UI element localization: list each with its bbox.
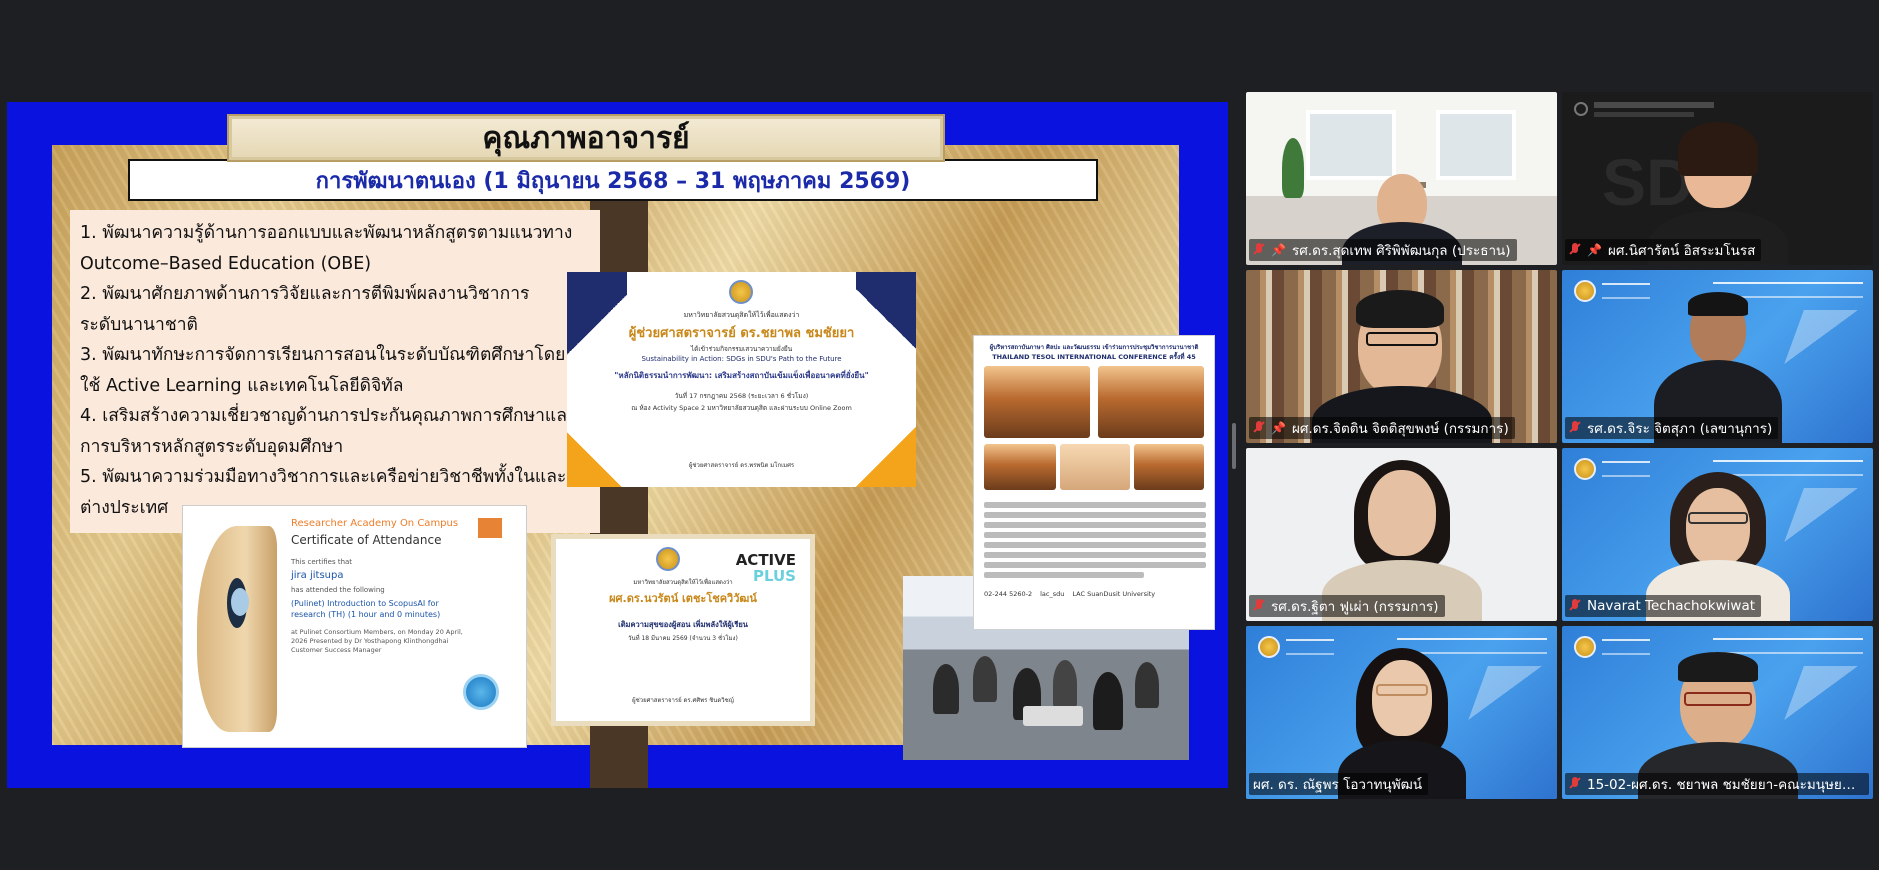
goal-line: ระดับนานาชาติ [80,314,198,335]
mic-muted-icon [1569,777,1581,791]
poster-conference: THAILAND TESOL INTERNATIONAL CONFERENCE … [992,353,1196,361]
video-tile[interactable]: รศ.ดร.จิระ จิตสุภา (เลขานุการ) [1562,270,1873,443]
participant-name-tag: ผศ. ดร. ณัฐพร โอวาทนุพัฒน์ [1249,773,1429,795]
goal-line: 3. พัฒนาทักษะการจัดการเรียนการสอนในระดับ… [80,345,566,365]
goal-line: 4. เสริมสร้างความเชี่ยวชาญด้านการประกันค… [80,406,577,426]
cert-event: เติมความสุขของผู้สอน เพิ่มพลังให้ผู้เรีย… [618,620,748,629]
video-tile[interactable]: SDU 📌 ผศ.นิศารัตน์ อิสระมโนรส [1562,92,1873,265]
certificate-elsevier: Researcher Academy On Campus Certificate… [182,505,527,748]
video-tile[interactable]: Navarat Techachokwiwat [1562,448,1873,621]
participant-name-tag: 15-02-ผศ.ดร. ชยาพล ชมชัยยา-คณะมนุษยศ... [1565,773,1869,795]
mic-muted-icon [1569,599,1581,613]
participant-name: ผศ. ดร. ณัฐพร โอวาทนุพัฒน์ [1253,777,1423,793]
video-tile[interactable]: 15-02-ผศ.ดร. ชยาพล ชมชัยยา-คณะมนุษยศ... [1562,626,1873,799]
participant-name-tag: รศ.ดร.จิระ จิตสุภา (เลขานุการ) [1565,417,1779,439]
cert-details: at Pulinet Consortium Members, on Monday… [291,628,463,654]
cert-signer: ผู้ช่วยศาสตราจารย์ ดร.พรพนิต มโกเมศร [688,462,795,469]
seal-icon [463,674,499,710]
cert-event-en: Sustainability in Action: SDGs in SDU's … [641,355,842,363]
goal-line: 1. พัฒนาความรู้ด้านการออกแบบและพัฒนาหลัก… [80,223,573,243]
poster-headline: ผู้บริหารสถาบันภาษา ศิลปะ และวัฒนธรรม เข… [989,344,1199,351]
poster-contact: 02-244 5260-2 [984,590,1033,598]
participant-name: Navarat Techachokwiwat [1587,598,1756,614]
tesol-poster: ผู้บริหารสถาบันภาษา ศิลปะ และวัฒนธรรม เข… [973,335,1215,630]
cert-name: ผศ.ดร.นวรัตน์ เตชะโชควิวัฒน์ [609,592,757,605]
video-tile[interactable]: รศ.ดร.ฐิตา ฟูเผ่า (กรรมการ) [1246,448,1557,621]
panel-resize-handle[interactable] [1232,423,1236,469]
slide-subtitle: การพัฒนาตนเอง (1 มิถุนายน 2568 – 31 พฤษภ… [315,168,911,194]
goal-line: Outcome–Based Education (OBE) [80,253,372,274]
faculty-logo [1574,280,1650,302]
certificate-sdu-sustainability: มหาวิทยาลัยสวนดุสิตให้ไว้เพื่อแสดงว่า ผู… [567,272,916,487]
cert-signer: ผู้ช่วยศาสตราจารย์ ดร.ศศิพร ชินดวิชญ์ [632,697,734,704]
elsevier-logo-icon [478,518,502,538]
mic-muted-icon [1253,421,1265,435]
participants-gallery: 📌 รศ.ดร.สุดเทพ ศิริพิพัฒนกุล (ประธาน) SD… [1246,92,1873,799]
participant-name: รศ.ดร.จิระ จิตสุภา (เลขานุการ) [1587,421,1773,437]
cert-joined: ได้เข้าร่วมกิจกรรมเสวนาความยั่งยืน [690,345,793,353]
cert-date: วันที่ 18 มีนาคม 2569 (จำนวน 3 ชั่วโมง) [628,635,738,642]
participant-name: รศ.ดร.ฐิตา ฟูเผ่า (กรรมการ) [1271,599,1439,615]
participant-name-tag: 📌 ผศ.นิศารัตน์ อิสระมโนรส [1565,239,1762,261]
cert-date: วันที่ 17 กรกฎาคม 2568 (ระยะเวลา 6 ชั่วโ… [674,392,809,400]
cert-event-th: "หลักนิติธรรมนำการพัฒนา: เสริมสร้างสถาบั… [614,371,869,380]
pin-icon: 📌 [1271,243,1286,257]
university-emblem-icon [729,280,753,304]
cert-recipient: jira jitsupa [291,570,344,581]
video-tile[interactable]: 📌 ผศ.ดร.จิตติน จิตติสุขพงษ์ (กรรมการ) [1246,270,1557,443]
mic-muted-icon [1569,421,1581,435]
faculty-logo [1258,636,1334,658]
cert-course: (Pulinet) Introduction to ScopusAI for r… [291,599,441,619]
poster-page: LAC SuanDusit University [1072,590,1156,598]
pin-icon: 📌 [1587,243,1602,257]
faculty-logo [1574,458,1650,480]
faculty-logo [1574,636,1650,658]
goals-list: 1. พัฒนาความรู้ด้านการออกแบบและพัฒนาหลัก… [70,210,600,533]
cert-intro: มหาวิทยาลัยสวนดุสิตให้ไว้เพื่อแสดงว่า [683,311,800,319]
video-tile-active-speaker[interactable]: ผศ. ดร. ณัฐพร โอวาทนุพัฒน์ [1246,626,1557,799]
shared-screen: คุณภาพอาจารย์ การพัฒนาตนเอง (1 มิถุนายน … [7,102,1228,788]
mic-muted-icon [1253,599,1265,613]
program-banner [1713,638,1863,654]
cert-venue: ณ ห้อง Activity Space 2 มหาวิทยาลัยสวนดุ… [631,404,852,412]
cert-attended: has attended the following [291,586,385,594]
certificate-sdu-active-plus: ACTIVE PLUS มหาวิทยาลัยสวนดุสิตให้ไว้เพื… [551,534,815,726]
slide-subtitle-bar: การพัฒนาตนเอง (1 มิถุนายน 2568 – 31 พฤษภ… [128,159,1098,201]
mic-muted-icon [1569,243,1581,257]
goal-line: 5. พัฒนาความร่วมมือทางวิชาการและเครือข่า… [80,467,567,487]
slide-title-plaque: คุณภาพอาจารย์ [229,116,943,160]
cert-intro: มหาวิทยาลัยสวนดุสิตให้ไว้เพื่อแสดงว่า [633,579,733,586]
participant-name: ผศ.นิศารัตน์ อิสระมโนรส [1607,243,1756,259]
participant-name-tag: 📌 ผศ.ดร.จิตติน จิตติสุขพงษ์ (กรรมการ) [1249,417,1515,439]
slide-title: คุณภาพอาจารย์ [482,120,690,156]
pin-icon: 📌 [1271,421,1286,435]
participant-name: รศ.ดร.สุดเทพ ศิริพิพัฒนกุล (ประธาน) [1291,243,1511,259]
program-banner [1713,460,1863,476]
participant-name-tag: 📌 รศ.ดร.สุดเทพ ศิริพิพัฒนกุล (ประธาน) [1249,239,1517,261]
face-illustration [197,526,277,732]
cert-header: Researcher Academy On Campus [291,518,459,529]
cert-title: Certificate of Attendance [291,533,442,547]
participant-name: 15-02-ผศ.ดร. ชยาพล ชมชัยยา-คณะมนุษยศ... [1587,777,1863,793]
cert-name: ผู้ช่วยศาสตราจารย์ ดร.ชยาพล ชมชัยยา [628,326,855,341]
goal-line: การบริหารหลักสูตรระดับอุดมศึกษา [80,436,344,457]
participant-name-tag: รศ.ดร.ฐิตา ฟูเผ่า (กรรมการ) [1249,595,1445,617]
poster-handle: lac_sdu [1040,590,1065,598]
university-emblem-icon [656,547,680,571]
goal-line: 2. พัฒนาศักยภาพด้านการวิจัยและการตีพิมพ์… [80,284,530,304]
mic-muted-icon [1253,243,1265,257]
participant-name-tag: Navarat Techachokwiwat [1565,595,1762,617]
participant-name: ผศ.ดร.จิตติน จิตติสุขพงษ์ (กรรมการ) [1291,421,1509,437]
video-tile[interactable]: 📌 รศ.ดร.สุดเทพ ศิริพิพัฒนกุล (ประธาน) [1246,92,1557,265]
cert-certifies: This certifies that [291,558,353,566]
goal-line: ใช้ Active Learning และเทคโนโลยีดิจิทัล [80,375,404,396]
